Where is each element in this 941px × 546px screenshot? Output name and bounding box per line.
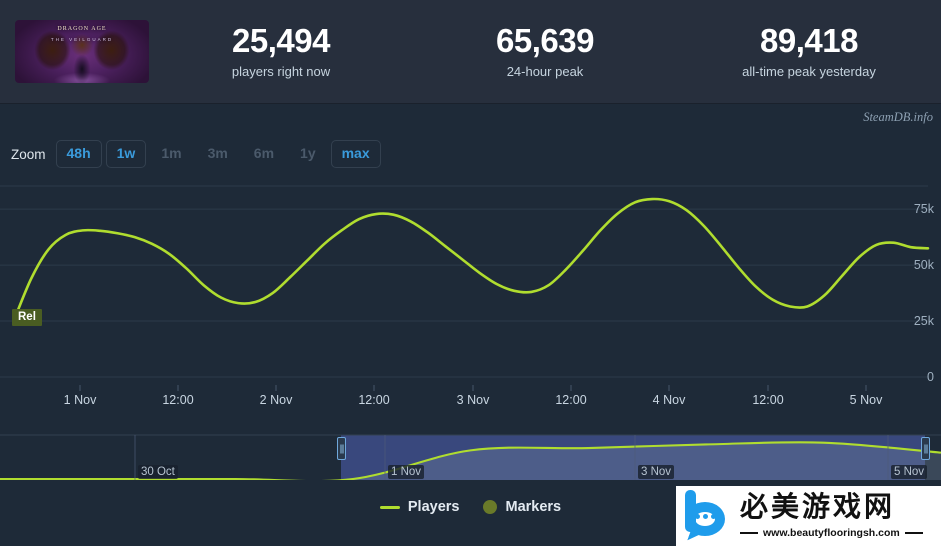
watermark-url-row: www.beautyflooringsh.com bbox=[740, 527, 941, 539]
navigator-tick-label: 1 Nov bbox=[388, 465, 424, 479]
legend-label: Markers bbox=[505, 499, 561, 515]
y-axis-tick-label: 50k bbox=[914, 258, 934, 272]
game-capsule-image[interactable]: DRAGON AGE THE VEILGUARD bbox=[15, 20, 149, 83]
chart-gridlines bbox=[0, 186, 928, 377]
capsule-game-title: DRAGON AGE bbox=[15, 25, 149, 34]
y-axis-tick-label: 25k bbox=[914, 314, 934, 328]
x-axis-tick-label: 12:00 bbox=[752, 393, 783, 407]
navigator-tick-label: 3 Nov bbox=[638, 465, 674, 479]
zoom-button-6m[interactable]: 6m bbox=[243, 140, 285, 168]
dash-right-icon bbox=[905, 532, 923, 534]
watermark-url: www.beautyflooringsh.com bbox=[763, 527, 900, 539]
zoom-controls: Zoom 48h 1w 1m 3m 6m 1y max bbox=[0, 133, 941, 175]
x-axis-tick-label: 12:00 bbox=[555, 393, 586, 407]
zoom-button-1y[interactable]: 1y bbox=[289, 140, 327, 168]
players-series-line bbox=[14, 199, 928, 320]
x-axis: 1 Nov 12:00 2 Nov 12:00 3 Nov 12:00 4 Nov 12:00… bbox=[0, 385, 941, 415]
x-axis-tick-label: 1 Nov bbox=[64, 393, 97, 407]
watermark-chinese-name: 必美游戏网 bbox=[740, 494, 941, 522]
stat-label: 24-hour peak bbox=[413, 64, 677, 79]
x-axis-tick-label: 3 Nov bbox=[457, 393, 490, 407]
x-axis-tick-label: 2 Nov bbox=[260, 393, 293, 407]
y-axis-tick-label: 0 bbox=[927, 370, 934, 384]
stat-label: all-time peak yesterday bbox=[677, 64, 941, 79]
stat-24-hour-peak: 65,639 24-hour peak bbox=[413, 24, 677, 79]
stat-value: 65,639 bbox=[413, 24, 677, 59]
stat-value: 89,418 bbox=[677, 24, 941, 59]
steamdb-brand-label: SteamDB.info bbox=[863, 104, 933, 130]
navigator-tick-label: 5 Nov bbox=[891, 465, 927, 479]
stat-value: 25,494 bbox=[149, 24, 413, 59]
x-axis-tick-label: 5 Nov bbox=[850, 393, 883, 407]
legend-item-markers[interactable]: Markers bbox=[483, 499, 561, 515]
navigator-handle-right[interactable] bbox=[921, 437, 930, 460]
zoom-button-3m[interactable]: 3m bbox=[197, 140, 239, 168]
navigator-tick-label: 30 Oct bbox=[138, 465, 178, 479]
dot-swatch-icon bbox=[483, 500, 497, 514]
chart-navigator[interactable]: 30 Oct 1 Nov 3 Nov 5 Nov bbox=[0, 432, 941, 480]
speech-bubble-b-logo-icon bbox=[680, 490, 736, 542]
capsule-game-subtitle: THE VEILGUARD bbox=[15, 37, 149, 42]
legend-label: Players bbox=[408, 499, 460, 515]
zoom-button-48h[interactable]: 48h bbox=[56, 140, 102, 168]
x-axis-tick-label: 12:00 bbox=[162, 393, 193, 407]
steamdb-chart-page: DRAGON AGE THE VEILGUARD 25,494 players … bbox=[0, 0, 941, 546]
watermark-text-block: 必美游戏网 www.beautyflooringsh.com bbox=[736, 494, 941, 539]
x-axis-tick-label: 4 Nov bbox=[653, 393, 686, 407]
stat-players-right-now: 25,494 players right now bbox=[149, 24, 413, 79]
line-swatch-icon bbox=[380, 506, 400, 509]
zoom-button-1m[interactable]: 1m bbox=[150, 140, 192, 168]
zoom-button-max[interactable]: max bbox=[331, 140, 381, 168]
stat-all-time-peak: 89,418 all-time peak yesterday bbox=[677, 24, 941, 79]
brand-bar bbox=[0, 104, 941, 130]
handle-grip-icon bbox=[340, 444, 343, 453]
dash-left-icon bbox=[740, 532, 758, 534]
chart-svg bbox=[0, 178, 941, 378]
zoom-button-1w[interactable]: 1w bbox=[106, 140, 147, 168]
handle-grip-icon bbox=[924, 444, 927, 453]
y-axis-tick-label: 75k bbox=[914, 202, 934, 216]
stat-label: players right now bbox=[149, 64, 413, 79]
stats-group: 25,494 players right now 65,639 24-hour … bbox=[149, 0, 941, 103]
zoom-label: Zoom bbox=[11, 147, 46, 162]
x-axis-tick-label: 12:00 bbox=[358, 393, 389, 407]
player-count-chart[interactable] bbox=[0, 178, 941, 378]
navigator-handle-left[interactable] bbox=[337, 437, 346, 460]
legend-item-players[interactable]: Players bbox=[380, 499, 460, 515]
release-marker-label[interactable]: Rel bbox=[12, 309, 42, 326]
site-watermark-overlay: 必美游戏网 www.beautyflooringsh.com bbox=[676, 486, 941, 546]
stats-header: DRAGON AGE THE VEILGUARD 25,494 players … bbox=[0, 0, 941, 104]
